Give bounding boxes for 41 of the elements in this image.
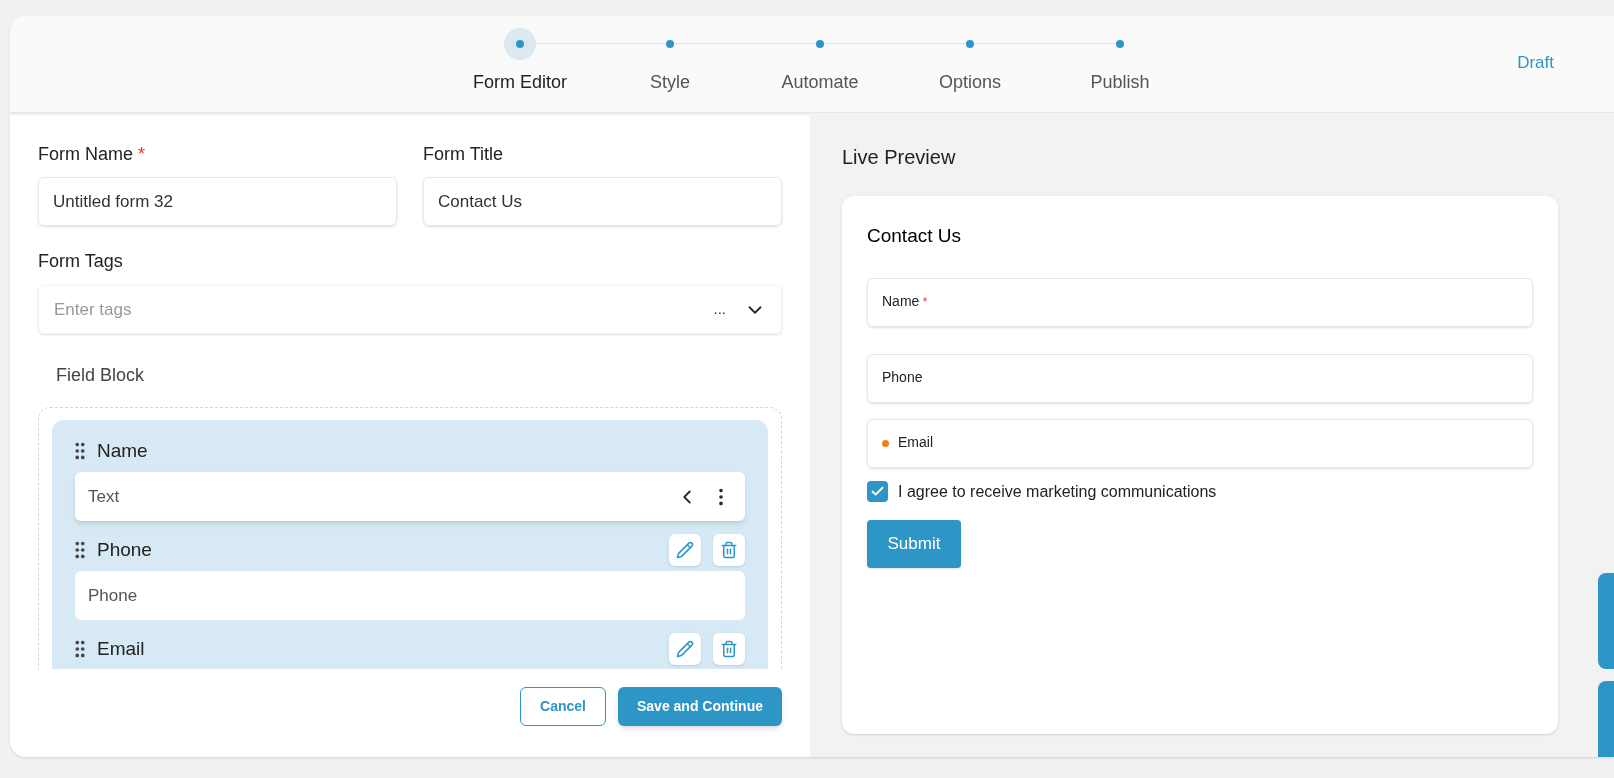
check-icon — [870, 484, 885, 499]
pencil-icon — [676, 541, 694, 559]
field-label: Form Title — [423, 143, 504, 166]
overflow-indicator: ... — [713, 299, 726, 320]
field-name: Email — [97, 636, 146, 661]
step-tab[interactable]: Style — [650, 69, 690, 96]
trash-icon — [720, 640, 738, 658]
trash-icon — [720, 541, 738, 559]
step-tab[interactable]: Automate — [781, 69, 859, 96]
field-input-preview[interactable]: Text — [75, 472, 745, 521]
field-label: Phone — [882, 367, 923, 387]
step-marker[interactable] — [504, 28, 536, 60]
delete-button[interactable] — [713, 534, 745, 566]
tags-select[interactable]: Enter tags ... — [38, 285, 782, 334]
preview-input-field[interactable]: Name * — [867, 277, 1533, 327]
step-tab[interactable]: Options — [938, 69, 1001, 96]
edit-button[interactable] — [669, 633, 701, 665]
text-input[interactable]: Contact Us — [423, 177, 782, 226]
field-type-text: Text — [88, 485, 121, 508]
field-label: Form Name * — [38, 143, 147, 166]
edit-button[interactable] — [669, 534, 701, 566]
preview-input-field[interactable]: Phone — [867, 353, 1533, 403]
text-input[interactable]: Untitled form 32 — [38, 177, 397, 226]
preview-title: Live Preview — [842, 145, 957, 170]
checkbox-label: I agree to receive marketing communications — [898, 481, 1217, 502]
section-title: Field Block — [56, 364, 146, 387]
step-tab[interactable]: Form Editor — [473, 69, 567, 96]
preview-input-field[interactable]: Email — [867, 418, 1533, 468]
field-label: Name * — [882, 291, 928, 311]
step-tab[interactable]: Publish — [1090, 69, 1150, 96]
checkbox[interactable] — [867, 481, 888, 502]
field-input-preview[interactable]: Phone — [75, 571, 745, 620]
pencil-icon — [676, 640, 694, 658]
field-label: Email — [898, 432, 933, 452]
delete-button[interactable] — [713, 633, 745, 665]
field-name: Name — [97, 438, 149, 463]
form-title: Contact Us — [867, 224, 962, 248]
field-type-text: Phone — [88, 584, 139, 607]
field-name: Phone — [97, 537, 153, 562]
tags-input[interactable]: Enter tags — [54, 296, 714, 323]
field-label: Form Tags — [38, 250, 124, 273]
